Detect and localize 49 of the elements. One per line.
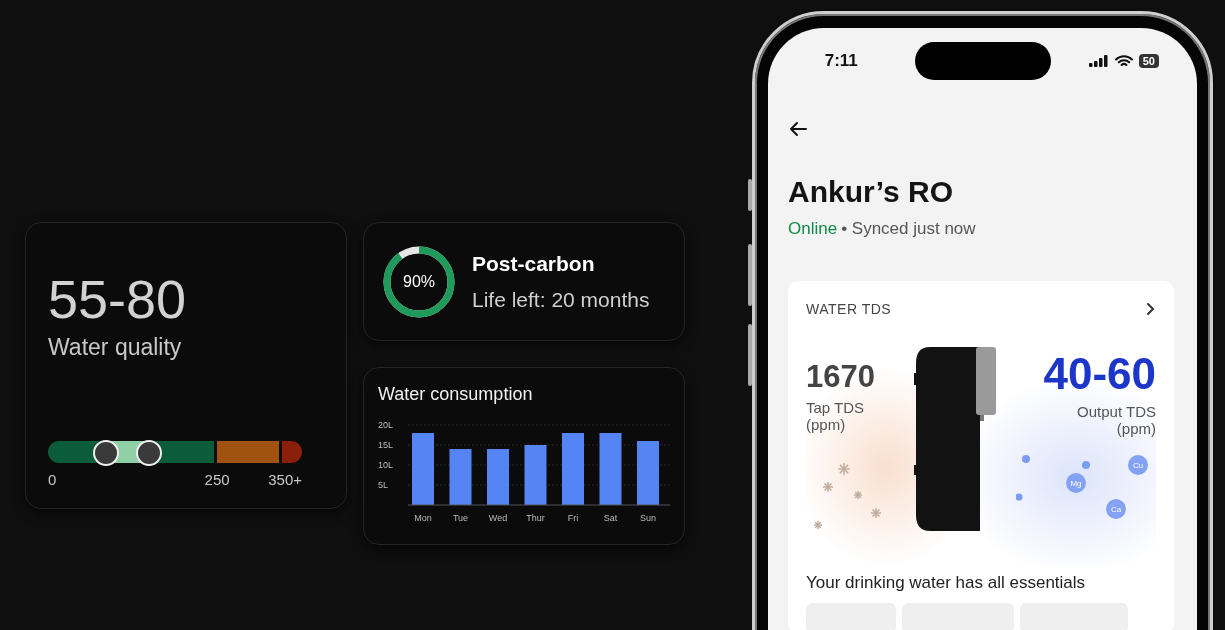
mineral-bubbles-drawing: Mg Cu Ca: [1016, 445, 1156, 525]
filter-life-left: Life left: 20 months: [472, 287, 650, 312]
online-status: Online: [788, 219, 838, 239]
x-axis-label: Fri: [567, 513, 579, 523]
tds-card[interactable]: WATER TDS 1670 Tap TDS (ppm) 40-60 Output TDS (ppm) Mg Cu Ca Your drinking water has all essentials: [788, 281, 1174, 630]
filter-name: Post-carbon: [472, 251, 596, 276]
x-axis-label: Tue: [452, 513, 469, 523]
y-axis-label: 20L: [378, 420, 394, 430]
tap-tds-value: 1670: [806, 359, 876, 395]
status-time: 7:11: [824, 51, 858, 71]
chart-bar: [562, 433, 584, 505]
water-quality-value: 55-80: [48, 271, 188, 328]
chart-bar: [412, 433, 434, 505]
chart-bar: [637, 441, 659, 505]
filter-percent: 90%: [403, 272, 435, 291]
x-axis-label: Thur: [526, 513, 545, 523]
tap-tds-unit: (ppm): [806, 416, 847, 433]
scale-label: 0: [48, 470, 57, 488]
wifi-icon: [1114, 54, 1133, 68]
output-tds-unit: (ppm): [1116, 420, 1156, 437]
y-axis-label: 5L: [378, 480, 388, 490]
y-axis-label: 10L: [378, 460, 394, 470]
x-axis-label: Sat: [603, 513, 618, 523]
chart-bar: [487, 449, 509, 505]
chart-bar: [524, 445, 547, 505]
essentials-text: Your drinking water has all essentials: [806, 573, 1087, 593]
card-heading: WATER TDS: [806, 301, 892, 317]
tap-tds-label: Tap TDS: [806, 399, 866, 416]
output-tds-value: 40-60: [1043, 349, 1156, 399]
x-axis-label: Sun: [640, 513, 656, 523]
sync-status: • Synced just now: [841, 219, 976, 239]
range-handle[interactable]: [136, 439, 163, 466]
chart-bar: [599, 433, 622, 505]
battery-level: 50: [1138, 54, 1159, 68]
device-title: Ankur’s RO: [788, 175, 954, 209]
y-axis-label: 15L: [378, 440, 394, 450]
chart-bar: [449, 449, 472, 505]
high-range-segment: [282, 440, 302, 463]
scale-label: 250: [204, 470, 230, 488]
moderate-range-segment: [217, 440, 279, 463]
back-arrow-icon[interactable]: [788, 121, 808, 137]
chart-title: Water consumption: [378, 384, 534, 405]
signal-icon: [1088, 55, 1109, 67]
x-axis-label: Mon: [414, 513, 432, 523]
output-tds-label: Output TDS: [1077, 403, 1156, 420]
chevron-right-icon[interactable]: [1146, 302, 1156, 316]
scale-label: 350+: [268, 470, 302, 488]
water-quality-label: Water quality: [48, 333, 183, 361]
x-axis-label: Wed: [488, 513, 508, 523]
